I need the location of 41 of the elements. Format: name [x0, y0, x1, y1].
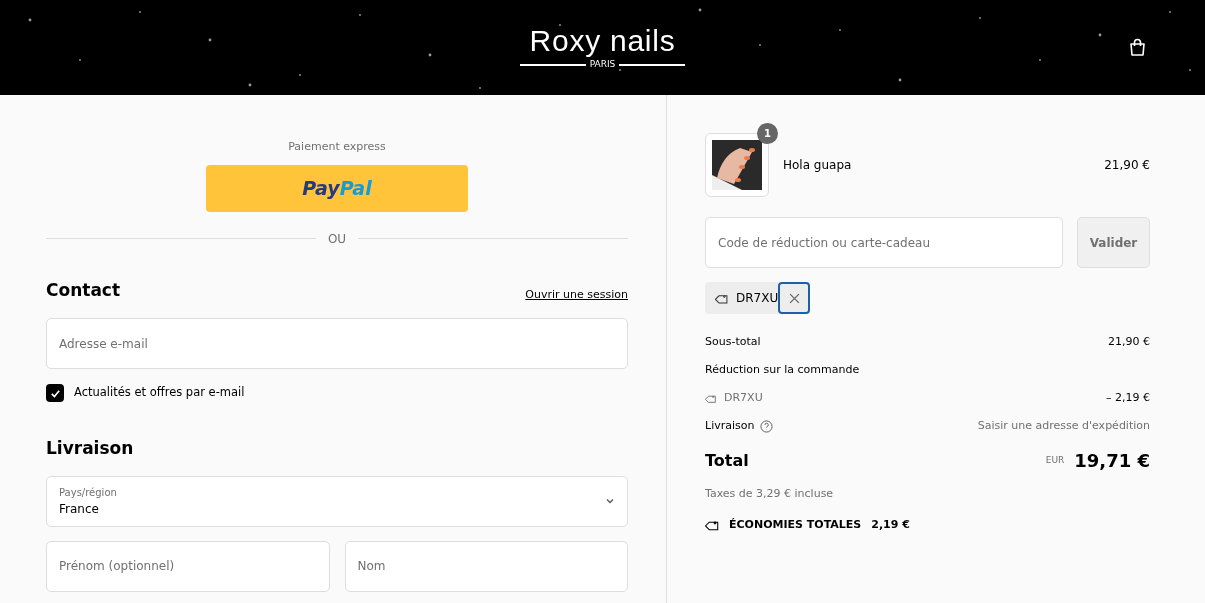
last-name-field[interactable]: Nom: [344, 540, 628, 592]
country-label: Pays/région: [59, 485, 117, 500]
summary-value: Saisir une adresse d'expédition: [977, 418, 1150, 435]
newsletter-checkbox[interactable]: [46, 384, 64, 402]
chevron-down-icon: [605, 496, 615, 506]
summary-label: DR7XU: [724, 390, 763, 407]
discount-code-field[interactable]: Code de réduction ou carte-cadeau: [705, 217, 1063, 268]
logo-subtitle: PARIS: [589, 60, 616, 69]
country-select[interactable]: Pays/région France: [46, 475, 628, 527]
country-value: France: [59, 500, 100, 518]
summary-value: – 2,19 €: [1106, 390, 1150, 407]
total-label: Total: [705, 449, 749, 472]
total-savings-value: 2,19 €: [871, 516, 910, 533]
first-name-field[interactable]: Prénom (optionnel): [46, 540, 330, 592]
close-icon: [788, 292, 800, 304]
shopping-bag-icon[interactable]: [1129, 38, 1146, 57]
quantity-badge: 1: [757, 123, 778, 144]
currency-code: EUR: [1045, 453, 1065, 467]
newsletter-label: Actualités et offres par e-mail: [74, 384, 245, 402]
help-icon[interactable]: [760, 420, 774, 433]
express-checkout-label: Paiement express: [288, 139, 386, 155]
login-link[interactable]: Ouvrir une session: [525, 286, 628, 303]
logo[interactable]: Roxy nails: [529, 26, 676, 56]
summary-label: Livraison: [705, 418, 755, 435]
product-price: 21,90 €: [1104, 157, 1150, 174]
product-name: Hola guapa: [783, 157, 853, 174]
total-savings-label: ÉCONOMIES TOTALES: [729, 516, 862, 533]
remove-button[interactable]: [778, 282, 811, 314]
checkmark-icon: [49, 387, 61, 399]
summary-label: Sous-total: [705, 334, 761, 351]
separator-label: OU: [327, 230, 347, 248]
taxes-note: Taxes de 3,29 € incluse: [705, 486, 835, 502]
paypal-button[interactable]: PayPal: [206, 164, 468, 212]
summary-label: Réduction sur la commande: [705, 362, 860, 379]
summary-value: 21,90 €: [1108, 334, 1150, 351]
email-field[interactable]: Adresse e-mail: [46, 318, 628, 369]
discount-code: DR7XU: [736, 290, 779, 307]
apply-button[interactable]: Valider: [1077, 217, 1150, 268]
total-value: 19,71 €: [1074, 449, 1150, 473]
contact-heading: Contact: [46, 278, 121, 302]
delivery-heading: Livraison: [46, 437, 135, 460]
